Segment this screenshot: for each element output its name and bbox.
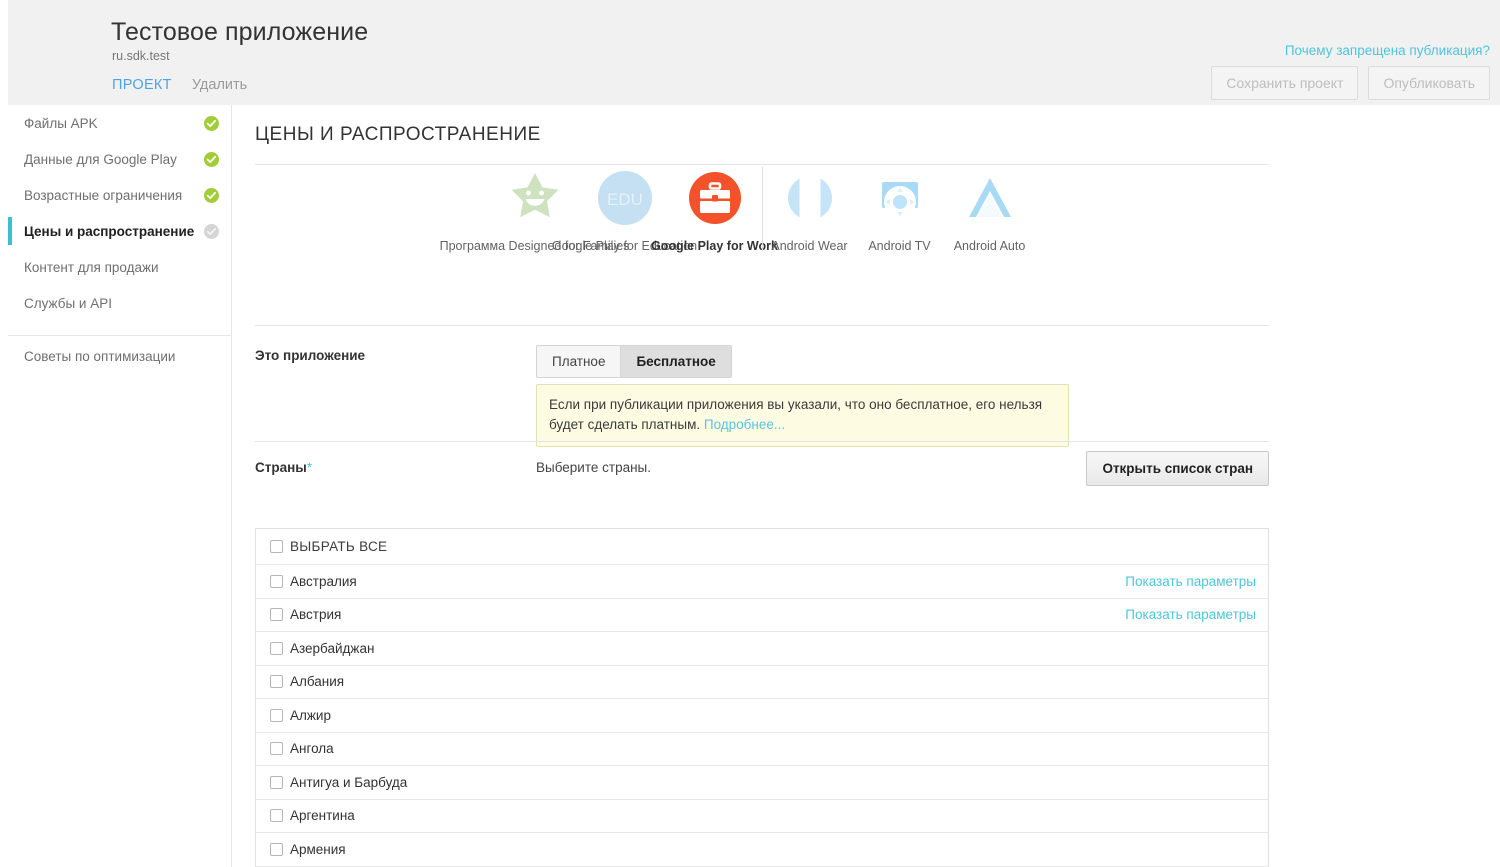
country-checkbox[interactable]	[270, 809, 283, 822]
pricing-notice-link[interactable]: Подробнее...	[704, 417, 785, 432]
country-name: Антигуа и Барбуда	[290, 775, 1256, 790]
table-row[interactable]: Австрия Показать параметры	[256, 599, 1268, 633]
table-row[interactable]: Азербайджан	[256, 632, 1268, 666]
auto-chevron-icon	[962, 167, 1018, 229]
country-name: Азербайджан	[290, 641, 1256, 656]
platform-label: Android Wear	[771, 237, 847, 256]
divider-under-title	[255, 164, 1269, 165]
sidebar-divider	[8, 321, 231, 335]
platform-android-wear[interactable]: Android Wear	[765, 167, 855, 256]
pricing-option-paid[interactable]: Платное	[537, 346, 620, 377]
header-tabs: ПРОЕКТ Удалить	[112, 77, 247, 93]
platform-group-divider	[762, 167, 763, 251]
delete-project-link[interactable]: Удалить	[192, 77, 247, 93]
edu-circle-icon: EDU	[598, 167, 652, 229]
country-checkbox[interactable]	[270, 642, 283, 655]
table-row[interactable]: Армения	[256, 833, 1268, 867]
table-row[interactable]: Аргентина	[256, 800, 1268, 834]
table-row[interactable]: Антигуа и Барбуда	[256, 766, 1268, 800]
sidebar-item-services-api[interactable]: Службы и API	[8, 285, 231, 321]
pricing-label: Это приложение	[255, 348, 365, 363]
sidebar-item-label: Возрастные ограничения	[24, 188, 204, 203]
sidebar-item-label: Данные для Google Play	[24, 152, 204, 167]
watch-icon	[782, 167, 838, 229]
briefcase-icon	[687, 167, 743, 229]
pricing-toggle-group: Платное Бесплатное	[536, 345, 732, 378]
country-name: Армения	[290, 842, 1256, 857]
country-checkbox[interactable]	[270, 709, 283, 722]
country-checkbox[interactable]	[270, 675, 283, 688]
app-package-name: ru.sdk.test	[112, 49, 170, 63]
country-name: Австралия	[290, 574, 1125, 589]
why-publication-blocked-link[interactable]: Почему запрещена публикация?	[1285, 43, 1490, 58]
sidebar-primary-group: Файлы APK Данные для Google Play Возраст…	[8, 105, 231, 321]
sidebar-item-label: Службы и API	[24, 296, 219, 311]
sidebar-item-label: Цены и распространение	[24, 224, 204, 239]
country-name: Алжир	[290, 708, 1256, 723]
show-parameters-link[interactable]: Показать параметры	[1125, 574, 1256, 589]
sidebar-item-label: Советы по оптимизации	[24, 349, 219, 364]
pricing-option-free[interactable]: Бесплатное	[620, 346, 730, 377]
platform-selector: Программа Designed for Families EDU Goog…	[255, 167, 1269, 256]
select-all-row[interactable]: ВЫБРАТЬ ВСЕ	[256, 529, 1268, 565]
page-app-title: Тестовое приложение	[111, 18, 368, 47]
sidebar-item-label: Контент для продажи	[24, 260, 219, 275]
tv-dpad-icon	[872, 167, 928, 229]
tab-project[interactable]: ПРОЕКТ	[112, 77, 172, 93]
select-all-checkbox[interactable]	[270, 540, 283, 553]
pricing-notice-text: Если при публикации приложения вы указал…	[549, 397, 1042, 432]
country-checkbox[interactable]	[270, 843, 283, 856]
show-parameters-link[interactable]: Показать параметры	[1125, 607, 1256, 622]
countries-label-text: Страны	[255, 460, 307, 475]
sidebar: Файлы APK Данные для Google Play Возраст…	[8, 105, 232, 867]
table-row[interactable]: Алжир	[256, 699, 1268, 733]
pricing-notice: Если при публикации приложения вы указал…	[536, 384, 1069, 447]
country-name: Албания	[290, 674, 1256, 689]
table-row[interactable]: Албания	[256, 666, 1268, 700]
country-checkbox[interactable]	[270, 742, 283, 755]
save-project-button[interactable]: Сохранить проект	[1211, 66, 1358, 100]
check-circle-icon	[204, 224, 219, 239]
open-country-list-button[interactable]: Открыть список стран	[1086, 451, 1269, 486]
sidebar-item-google-play-data[interactable]: Данные для Google Play	[8, 141, 231, 177]
platform-label: Android Auto	[954, 237, 1026, 256]
select-all-label: ВЫБРАТЬ ВСЕ	[290, 539, 1256, 554]
sidebar-item-in-app-products[interactable]: Контент для продажи	[8, 249, 231, 285]
sidebar-item-apk-files[interactable]: Файлы APK	[8, 105, 231, 141]
platform-label: Android TV	[868, 237, 930, 256]
country-name: Австрия	[290, 607, 1125, 622]
check-circle-icon	[204, 188, 219, 203]
sidebar-item-pricing-distribution[interactable]: Цены и распространение	[8, 213, 231, 249]
countries-hint: Выберите страны.	[536, 460, 651, 475]
table-row[interactable]: Ангола	[256, 733, 1268, 767]
publish-button[interactable]: Опубликовать	[1368, 66, 1490, 100]
countries-label: Страны*	[255, 460, 312, 475]
divider-under-platforms	[255, 325, 1269, 326]
country-checkbox[interactable]	[270, 608, 283, 621]
platform-label: Google Play for Work	[651, 237, 778, 256]
sidebar-secondary-group: Советы по оптимизации	[8, 335, 231, 376]
platform-google-play-for-work[interactable]: Google Play for Work	[670, 167, 760, 256]
sidebar-item-age-restrictions[interactable]: Возрастные ограничения	[8, 177, 231, 213]
divider-under-pricing	[255, 441, 1269, 442]
required-marker: *	[307, 460, 312, 475]
check-circle-icon	[204, 152, 219, 167]
country-checkbox[interactable]	[270, 776, 283, 789]
country-name: Аргентина	[290, 808, 1256, 823]
main-content: ЦЕНЫ И РАСПРОСТРАНЕНИЕ Программа Designe…	[233, 105, 1500, 867]
country-checkbox[interactable]	[270, 575, 283, 588]
platform-android-tv[interactable]: Android TV	[855, 167, 945, 256]
star-smile-icon	[507, 167, 563, 229]
country-name: Ангола	[290, 741, 1256, 756]
table-row[interactable]: Австралия Показать параметры	[256, 565, 1268, 599]
platform-android-auto[interactable]: Android Auto	[945, 167, 1035, 256]
page-title: ЦЕНЫ И РАСПРОСТРАНЕНИЕ	[255, 124, 541, 146]
sidebar-item-label: Файлы APK	[24, 116, 204, 131]
country-list: ВЫБРАТЬ ВСЕ Австралия Показать параметры…	[255, 528, 1269, 867]
sidebar-item-optimization-tips[interactable]: Советы по оптимизации	[8, 336, 231, 376]
check-circle-icon	[204, 116, 219, 131]
app-header: Тестовое приложение ru.sdk.test ПРОЕКТ У…	[8, 0, 1500, 105]
svg-text:EDU: EDU	[607, 190, 643, 209]
header-action-buttons: Сохранить проект Опубликовать	[1211, 66, 1490, 100]
